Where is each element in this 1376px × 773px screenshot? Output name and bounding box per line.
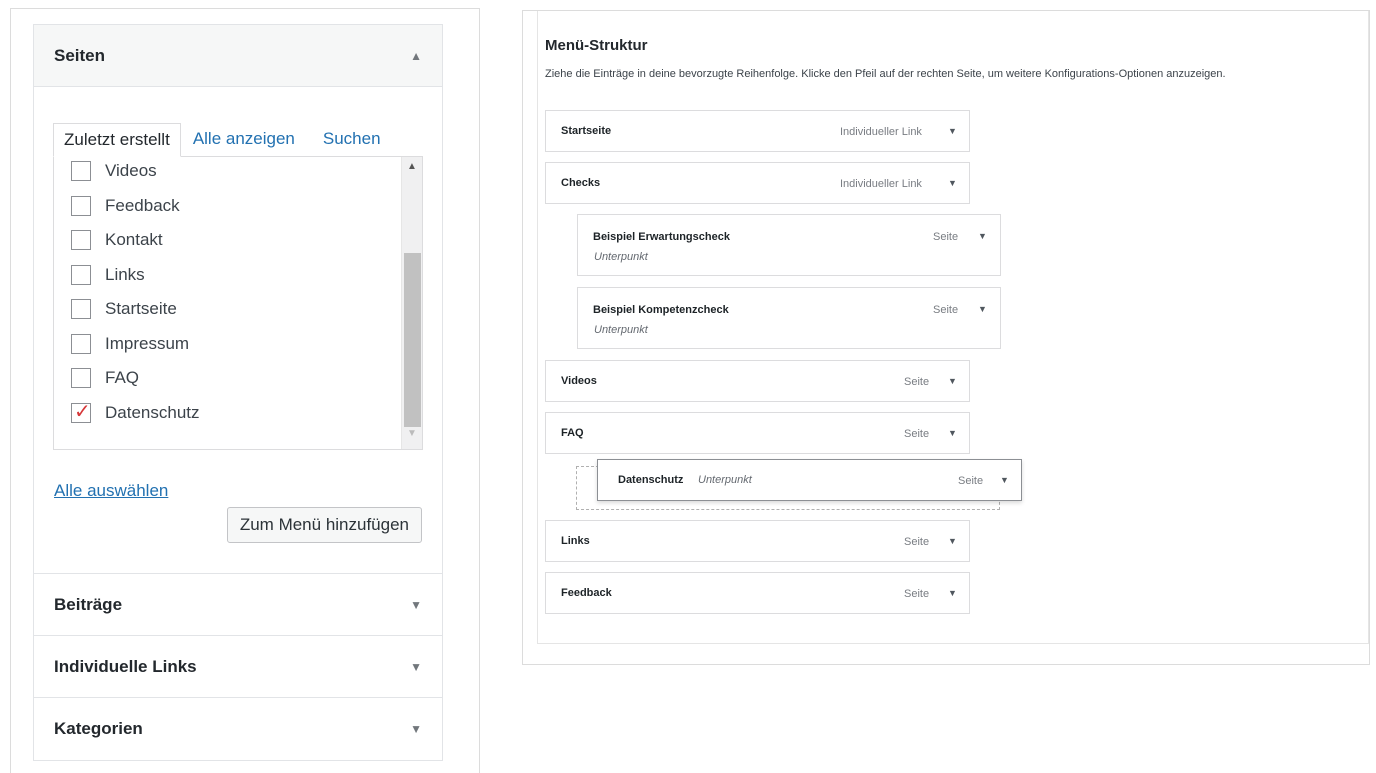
menu-item[interactable]: Videos Seite ▼ [545, 360, 970, 402]
list-item[interactable]: ✓ Datenschutz [54, 396, 422, 431]
menu-item[interactable]: Checks Individueller Link ▼ [545, 162, 970, 204]
expand-arrow-icon: ▼ [410, 597, 422, 612]
list-item-label: Kontakt [105, 230, 163, 250]
list-item-label: Datenschutz [105, 402, 200, 422]
list-item-label: Startseite [105, 299, 177, 319]
list-scrollbar[interactable]: ▲ ▼ [401, 157, 422, 449]
menu-item-toggle-icon[interactable]: ▼ [948, 428, 957, 438]
menu-item[interactable]: Startseite Individueller Link ▼ [545, 110, 970, 152]
menu-item-type: Seite [933, 304, 959, 316]
expand-arrow-icon: ▼ [410, 722, 422, 736]
list-item[interactable]: Links [54, 258, 422, 293]
checkbox[interactable] [71, 230, 91, 251]
section-title: Kategorien [54, 719, 143, 738]
tab-alle-anzeigen[interactable]: Alle anzeigen [183, 123, 305, 157]
menu-item-title: Startseite [561, 125, 612, 137]
section-seiten-header[interactable]: Seiten ▲ [34, 25, 442, 87]
scrollbar-thumb[interactable] [404, 253, 421, 427]
page-checklist: Videos Feedback Kontakt Links Startseite… [53, 156, 423, 450]
menu-item-title: Feedback [561, 587, 612, 599]
menu-item-toggle-icon[interactable]: ▼ [948, 178, 957, 188]
checkbox[interactable] [71, 333, 91, 354]
menu-item-title: Videos [561, 375, 597, 387]
tab-zuletzt-erstellt[interactable]: Zuletzt erstellt [53, 123, 181, 157]
list-item[interactable]: Impressum [54, 327, 422, 362]
menu-structure-description: Ziehe die Einträge in deine bevorzugte R… [545, 68, 1226, 80]
expand-arrow-icon: ▼ [410, 659, 422, 674]
menu-item-toggle-icon[interactable]: ▼ [948, 126, 957, 136]
list-item-label: Impressum [105, 333, 190, 353]
menu-item-title: Beispiel Kompetenzcheck [593, 304, 729, 316]
list-item[interactable]: Kontakt [54, 223, 422, 258]
checkbox[interactable] [71, 299, 91, 320]
scroll-up-arrow-icon[interactable]: ▲ [407, 161, 417, 172]
menu-item-subtitle: Unterpunkt [698, 474, 752, 486]
menu-item-type: Seite [958, 475, 984, 487]
menu-item-toggle-icon[interactable]: ▼ [948, 536, 957, 546]
checkbox[interactable] [71, 195, 91, 216]
menu-item-type: Seite [904, 588, 930, 600]
menu-item-toggle-icon[interactable]: ▼ [948, 588, 957, 598]
section-title: Individuelle Links [54, 656, 197, 676]
list-item-label: Links [105, 264, 145, 284]
select-all-link[interactable]: Alle auswählen [54, 481, 168, 501]
section-seiten-body: Zuletzt erstellt Alle anzeigen Suchen Vi… [34, 87, 442, 574]
section-kategorien-header[interactable]: Kategorien ▼ [34, 698, 442, 760]
list-item[interactable]: Videos [54, 157, 422, 189]
menu-item-subtitle: Unterpunkt [594, 324, 648, 336]
menu-item-title: Datenschutz [618, 474, 684, 486]
menu-item-type: Individueller Link [840, 178, 922, 190]
checkbox[interactable] [71, 264, 91, 285]
tab-suchen[interactable]: Suchen [313, 123, 391, 157]
menu-item-title: Links [561, 535, 590, 547]
menu-item-title: Beispiel Erwartungscheck [593, 231, 730, 243]
menu-item-toggle-icon[interactable]: ▼ [1000, 475, 1009, 485]
list-item-label: Videos [105, 161, 157, 181]
list-item-label: Feedback [105, 195, 180, 215]
checkbox-checked[interactable]: ✓ [71, 400, 91, 423]
menu-item-type: Individueller Link [840, 126, 922, 138]
menu-items-accordion: Seiten ▲ Zuletzt erstellt Alle anzeigen … [33, 24, 443, 761]
menu-item[interactable]: Feedback Seite ▼ [545, 572, 970, 614]
list-item-label: FAQ [105, 368, 140, 388]
menu-item-type: Seite [904, 536, 930, 548]
checkmark-icon: ✓ [74, 400, 91, 423]
menu-structure-title: Menü-Struktur [545, 37, 648, 54]
collapse-arrow-icon: ▲ [410, 48, 422, 63]
list-item[interactable]: Feedback [54, 189, 422, 224]
dragged-menu-item[interactable]: Datenschutz Unterpunkt Seite ▼ [597, 459, 1022, 501]
menu-item-sub[interactable]: Beispiel Erwartungscheck Unterpunkt Seit… [577, 214, 1001, 276]
list-item[interactable]: Startseite [54, 292, 422, 327]
section-title: Seiten [54, 45, 106, 65]
menu-item-toggle-icon[interactable]: ▼ [948, 376, 957, 386]
checkbox[interactable] [71, 161, 91, 182]
menu-item-title: FAQ [561, 427, 584, 439]
section-beitraege-header[interactable]: Beiträge ▼ [34, 574, 442, 636]
page-tabs: Zuletzt erstellt Alle anzeigen Suchen [53, 123, 391, 157]
add-to-menu-button[interactable]: Zum Menü hinzufügen [226, 507, 422, 543]
menu-item-type: Seite [904, 376, 930, 388]
menu-item-type: Seite [904, 428, 930, 440]
menu-item[interactable]: Links Seite ▼ [545, 520, 970, 562]
menu-item-toggle-icon[interactable]: ▼ [978, 304, 987, 314]
menu-item-type: Seite [933, 231, 959, 243]
scroll-down-arrow-icon[interactable]: ▼ [407, 428, 417, 439]
section-title: Beiträge [54, 594, 123, 614]
menu-item[interactable]: FAQ Seite ▼ [545, 412, 970, 454]
checkbox[interactable] [71, 368, 91, 389]
menu-item-toggle-icon[interactable]: ▼ [978, 231, 987, 241]
menu-item-title: Checks [561, 177, 601, 189]
menu-item-subtitle: Unterpunkt [594, 251, 648, 263]
menu-item-sub[interactable]: Beispiel Kompetenzcheck Unterpunkt Seite… [577, 287, 1001, 349]
list-item[interactable]: FAQ [54, 361, 422, 396]
section-individuelle-links-header[interactable]: Individuelle Links ▼ [34, 636, 442, 698]
